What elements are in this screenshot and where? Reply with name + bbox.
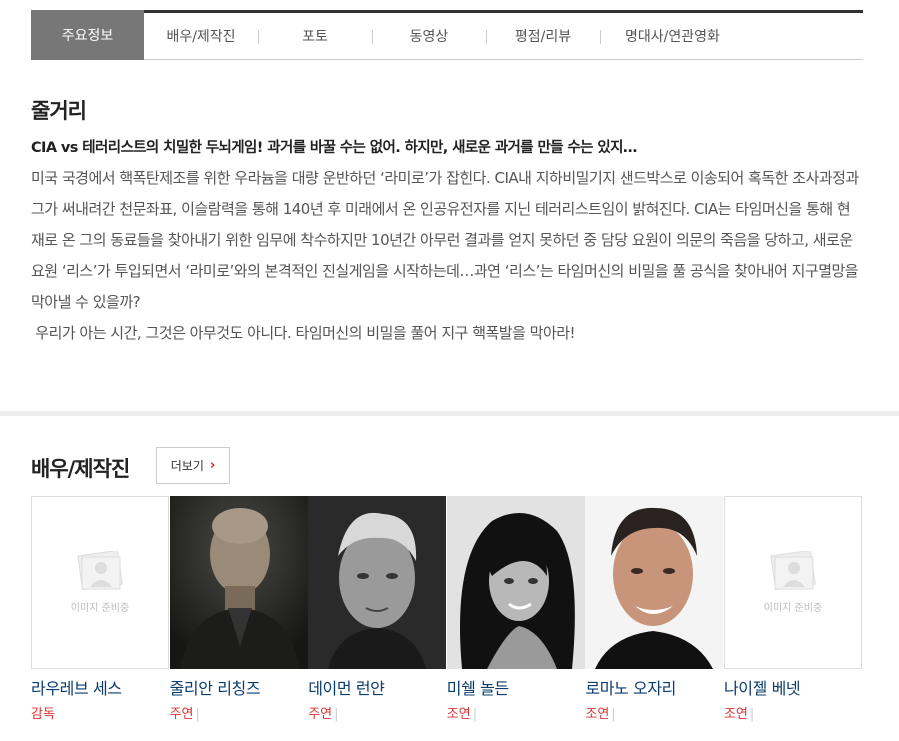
photo-placeholder-icon [770, 551, 816, 591]
synopsis-headline: CIA vs 테러리스트의 치밀한 두뇌게임! 과거를 바꿀 수는 없어. 하지… [31, 140, 637, 156]
cast-item[interactable]: 데이먼 런얀 주연 | [308, 496, 447, 722]
more-button-label: 더보기 [170, 459, 204, 473]
tab-bar: 주요정보 배우/제작진 포토 동영상 평점/리뷰 명대사/연관영화 [31, 10, 863, 60]
placeholder-text: 이미지 준비중 [763, 603, 823, 614]
synopsis-paragraph: 미국 국경에서 핵폭탄제조를 위한 우라늄을 대량 운반하던 ‘라미로’가 잡힌… [31, 169, 859, 311]
synopsis-title: 줄거리 [31, 99, 87, 123]
tab-video[interactable]: 동영상 [372, 13, 486, 59]
cast-item[interactable]: 이미지 준비중 나이젤 베넷 조연 | [723, 496, 863, 722]
cast-role: 주연 | [308, 707, 339, 722]
tab-rating-review[interactable]: 평점/리뷰 [486, 13, 600, 59]
cast-name[interactable]: 라우레브 세스 [31, 675, 170, 699]
cast-item[interactable]: 줄리안 리칭즈 주연 | [169, 496, 309, 722]
cast-item[interactable]: 로마노 오자리 조연 | [585, 496, 724, 722]
cast-photo[interactable] [585, 496, 724, 669]
cast-name[interactable]: 줄리안 리칭즈 [170, 675, 309, 699]
cast-item[interactable]: 이미지 준비중 라우레브 세스 감독 [31, 496, 170, 722]
cast-role: 조연 | [585, 707, 616, 722]
cast-photo[interactable] [308, 496, 447, 669]
cast-role: 감독 [31, 707, 55, 722]
synopsis-paragraph: 우리가 아는 시간, 그것은 아무것도 아니다. 타임머신의 비밀을 풀어 지구… [31, 324, 576, 342]
cast-name[interactable]: 데이먼 런얀 [308, 675, 447, 699]
cast-list: 이미지 준비중 라우레브 세스 감독 줄리안 리칭즈 주연 | 데이먼 런얀 주… [31, 496, 863, 722]
tab-photo[interactable]: 포토 [258, 13, 372, 59]
tab-cast-crew[interactable]: 배우/제작진 [144, 13, 258, 59]
cast-section-title: 배우/제작진 [31, 457, 130, 481]
cast-name[interactable]: 미쉘 놀든 [447, 675, 586, 699]
cast-name[interactable]: 로마노 오자리 [585, 675, 724, 699]
cast-role: 주연 | [169, 707, 200, 722]
more-button[interactable]: 더보기 › [156, 447, 230, 484]
section-divider [0, 411, 899, 416]
photo-placeholder-icon [77, 551, 123, 591]
cast-photo[interactable] [446, 496, 585, 669]
tab-quotes-related[interactable]: 명대사/연관영화 [600, 13, 745, 59]
synopsis-body: 미국 국경에서 핵폭탄제조를 위한 우라늄을 대량 운반하던 ‘라미로’가 잡힌… [31, 163, 871, 349]
tab-main-info[interactable]: 주요정보 [31, 10, 144, 60]
cast-role: 조연 | [446, 707, 478, 722]
cast-item[interactable]: 미쉘 놀든 조연 | [446, 496, 586, 722]
image-placeholder: 이미지 준비중 [31, 496, 169, 669]
cast-photo[interactable] [169, 496, 308, 669]
image-placeholder: 이미지 준비중 [723, 496, 862, 669]
cast-role: 조연 | [723, 707, 755, 722]
placeholder-text: 이미지 준비중 [70, 603, 130, 614]
chevron-right-icon: › [209, 458, 216, 473]
cast-name[interactable]: 나이젤 베넷 [724, 675, 863, 699]
